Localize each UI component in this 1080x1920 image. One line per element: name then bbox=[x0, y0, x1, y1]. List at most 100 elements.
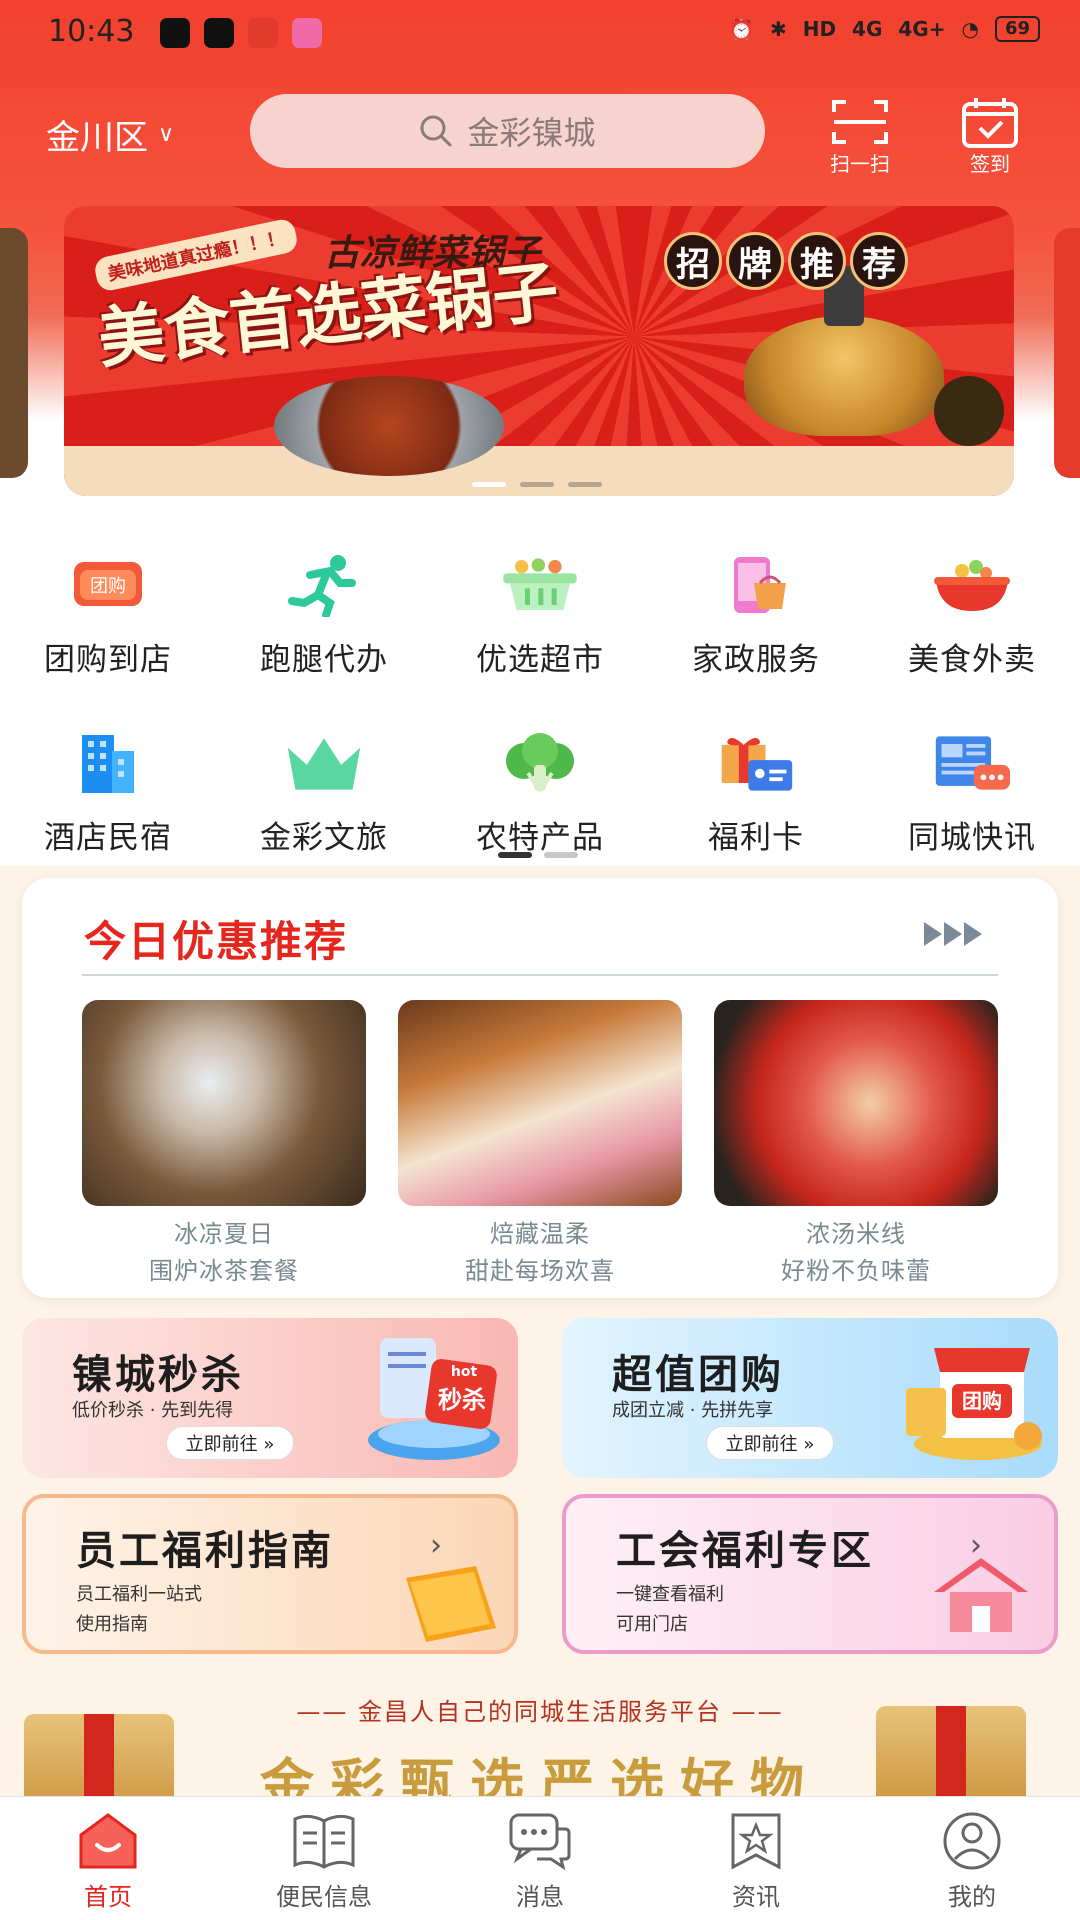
copper-hotpot-image bbox=[744, 266, 944, 436]
category-food-delivery[interactable]: 美食外卖 bbox=[864, 550, 1080, 679]
card-subtitle: 围炉冰茶套餐 bbox=[149, 1257, 299, 1285]
grid-page-indicator bbox=[498, 852, 578, 858]
tab-label: 便民信息 bbox=[276, 1883, 372, 1911]
music-icon bbox=[204, 18, 234, 48]
gift-card-icon bbox=[716, 728, 796, 798]
tile-title: 工会福利专区 bbox=[616, 1528, 874, 1574]
group-buy-icon: 团购 bbox=[68, 550, 148, 620]
category-label: 金彩文旅 bbox=[260, 820, 388, 856]
scan-button[interactable]: 扫一扫 bbox=[820, 96, 900, 177]
divider bbox=[82, 974, 998, 976]
category-label: 酒店民宿 bbox=[44, 820, 172, 856]
user-icon bbox=[943, 1812, 1001, 1870]
page-dot-active bbox=[498, 852, 532, 858]
groupbuy-store-icon: 团购 bbox=[906, 1348, 1042, 1460]
tab-label: 资讯 bbox=[732, 1883, 780, 1911]
calendar-check-icon bbox=[962, 98, 1018, 148]
tab-label: 首页 bbox=[84, 1883, 132, 1911]
status-time: 10:43 bbox=[48, 14, 135, 49]
vegetable-icon bbox=[500, 728, 580, 798]
card-subtitle: 甜赴每场欢喜 bbox=[465, 1257, 615, 1285]
news-icon bbox=[932, 728, 1012, 798]
status-bar: 10:43 ⏰ ✱ HD 4G 4G+ ◔ 69 bbox=[0, 0, 1080, 70]
seckill-badge-text: 秒杀 bbox=[438, 1386, 486, 1414]
home-service-icon bbox=[716, 550, 796, 620]
tile-subtitle-2: 可用门店 bbox=[616, 1614, 688, 1635]
crown-icon bbox=[284, 728, 364, 798]
recommend-card[interactable]: 浓汤米线 好粉不负味蕾 bbox=[714, 1000, 998, 1286]
alarm-icon: ⏰ bbox=[729, 17, 754, 41]
tab-messages[interactable]: 消息 bbox=[432, 1811, 648, 1912]
tab-news[interactable]: 资讯 bbox=[648, 1811, 864, 1912]
welfare-guide-tile[interactable]: 员工福利指南 员工福利一站式 使用指南 › bbox=[22, 1494, 518, 1654]
more-arrows-icon[interactable] bbox=[924, 922, 982, 946]
hotel-icon bbox=[68, 728, 148, 798]
card-title: 浓汤米线 bbox=[806, 1220, 906, 1248]
stamp-char: 荐 bbox=[850, 232, 908, 290]
runner-icon bbox=[284, 550, 364, 620]
recommend-card[interactable]: 冰凉夏日 围炉冰茶套餐 bbox=[82, 1000, 366, 1286]
card-subtitle: 好粉不负味蕾 bbox=[781, 1257, 931, 1285]
category-label: 美食外卖 bbox=[908, 642, 1036, 678]
side-dish-image bbox=[934, 376, 1004, 446]
stamp-char: 牌 bbox=[726, 232, 784, 290]
location-label: 金川区 bbox=[46, 118, 148, 158]
category-hotel[interactable]: 酒店民宿 bbox=[0, 728, 216, 857]
ice-tea-image bbox=[82, 1000, 366, 1206]
category-label: 跑腿代办 bbox=[260, 642, 388, 678]
checkin-label: 签到 bbox=[970, 152, 1010, 176]
page-dot-active bbox=[472, 482, 506, 487]
tile-title: 超值团购 bbox=[612, 1352, 784, 1398]
category-housekeeping[interactable]: 家政服务 bbox=[648, 550, 864, 679]
tab-profile[interactable]: 我的 bbox=[864, 1811, 1080, 1912]
banner-stamp: 招 牌 推 荐 bbox=[664, 232, 908, 290]
category-label: 农特产品 bbox=[476, 820, 604, 856]
groupbuy-tile[interactable]: 超值团购 成团立减 · 先拼先享 立即前往 » 团购 bbox=[562, 1318, 1058, 1478]
scan-label: 扫一扫 bbox=[830, 152, 890, 176]
search-placeholder: 金彩镍城 bbox=[467, 114, 596, 152]
category-supermarket[interactable]: 优选超市 bbox=[432, 550, 648, 679]
category-group-buy[interactable]: 团购 团购到店 bbox=[0, 550, 216, 679]
page-dot bbox=[568, 482, 602, 487]
card-title: 冰凉夏日 bbox=[174, 1220, 274, 1248]
location-selector[interactable]: 金川区 ∨ bbox=[46, 110, 174, 159]
category-city-news[interactable]: 同城快讯 bbox=[864, 728, 1080, 857]
tab-info[interactable]: 便民信息 bbox=[216, 1811, 432, 1912]
category-culture-travel[interactable]: 金彩文旅 bbox=[216, 728, 432, 857]
banner-next-peek[interactable] bbox=[1054, 228, 1080, 478]
union-welfare-tile[interactable]: 工会福利专区 一键查看福利 可用门店 › bbox=[562, 1494, 1058, 1654]
tab-label: 消息 bbox=[516, 1883, 564, 1911]
today-title: 今日优惠推荐 bbox=[84, 917, 349, 966]
platform-slogan: —— 金昌人自己的同城生活服务平台 —— bbox=[296, 1698, 784, 1726]
stamp-char: 推 bbox=[788, 232, 846, 290]
status-indicators: ⏰ ✱ HD 4G 4G+ ◔ 69 bbox=[729, 16, 1040, 42]
search-input[interactable]: 金彩镍城 bbox=[250, 94, 765, 168]
battery-icon: 69 bbox=[994, 16, 1040, 42]
groupbuy-go-button[interactable]: 立即前往 » bbox=[706, 1426, 834, 1460]
tab-home[interactable]: 首页 bbox=[0, 1811, 216, 1912]
category-label: 团购到店 bbox=[44, 642, 172, 678]
bookmark-star-icon bbox=[731, 1813, 781, 1870]
card-title: 焙藏温柔 bbox=[490, 1220, 590, 1248]
seckill-icon: 秒杀 hot bbox=[368, 1338, 500, 1460]
platform-banner[interactable]: —— 金昌人自己的同城生活服务平台 —— 金彩甄选严选好物 bbox=[0, 1680, 1080, 1824]
category-farm-products[interactable]: 农特产品 bbox=[432, 728, 648, 857]
page-dot bbox=[520, 482, 554, 487]
promo-banner[interactable]: 美味地道真过瘾！！！ 古凉鲜菜锅子 美食首选菜锅子 招 牌 推 荐 bbox=[64, 206, 1014, 496]
chevron-down-icon: ∨ bbox=[158, 122, 175, 147]
seckill-tile[interactable]: 镍城秒杀 低价秒杀 · 先到先得 立即前往 » 秒杀 hot bbox=[22, 1318, 518, 1478]
seckill-go-button[interactable]: 立即前往 » bbox=[166, 1426, 294, 1460]
category-errand[interactable]: 跑腿代办 bbox=[216, 550, 432, 679]
wifi-icon: ◔ bbox=[961, 17, 979, 41]
book-icon bbox=[293, 1814, 355, 1869]
page-dot bbox=[544, 852, 578, 858]
banner-prev-peek[interactable] bbox=[0, 228, 28, 478]
tile-subtitle: 员工福利一站式 bbox=[76, 1584, 202, 1605]
checkin-button[interactable]: 签到 bbox=[950, 96, 1030, 177]
recommend-card[interactable]: 焙藏温柔 甜赴每场欢喜 bbox=[398, 1000, 682, 1286]
scan-icon bbox=[832, 100, 888, 144]
category-label: 优选超市 bbox=[476, 642, 604, 678]
banner-page-indicator bbox=[472, 482, 602, 487]
tile-subtitle: 成团立减 · 先拼先享 bbox=[612, 1400, 774, 1421]
category-welfare-card[interactable]: 福利卡 bbox=[648, 728, 864, 857]
